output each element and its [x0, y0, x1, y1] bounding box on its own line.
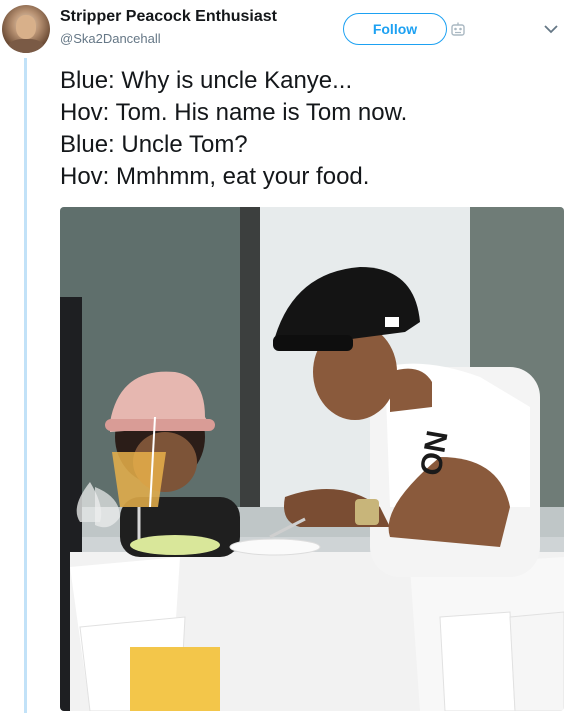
- follow-button[interactable]: Follow: [343, 13, 447, 45]
- tweet-line: Hov: Mmhmm, eat your food.: [60, 163, 370, 190]
- tweet-line: Hov: Tom. His name is Tom now.: [60, 99, 408, 126]
- avatar[interactable]: [2, 5, 50, 53]
- tweet-line: Blue: Uncle Tom?: [60, 131, 248, 158]
- photo-illustration: ON: [60, 207, 564, 711]
- tweet-line: Blue: Why is uncle Kanye...: [60, 67, 353, 94]
- robot-icon: [451, 22, 465, 36]
- user-handle[interactable]: @Ska2Dancehall: [60, 31, 161, 46]
- tweet-text: Blue: Why is uncle Kanye... Hov: Tom. Hi…: [60, 65, 565, 193]
- display-name[interactable]: Stripper Peacock Enthusiast: [60, 8, 277, 26]
- thread-line: [24, 58, 27, 713]
- tweet-photo[interactable]: ON: [60, 207, 564, 711]
- chevron-down-icon[interactable]: [543, 23, 559, 35]
